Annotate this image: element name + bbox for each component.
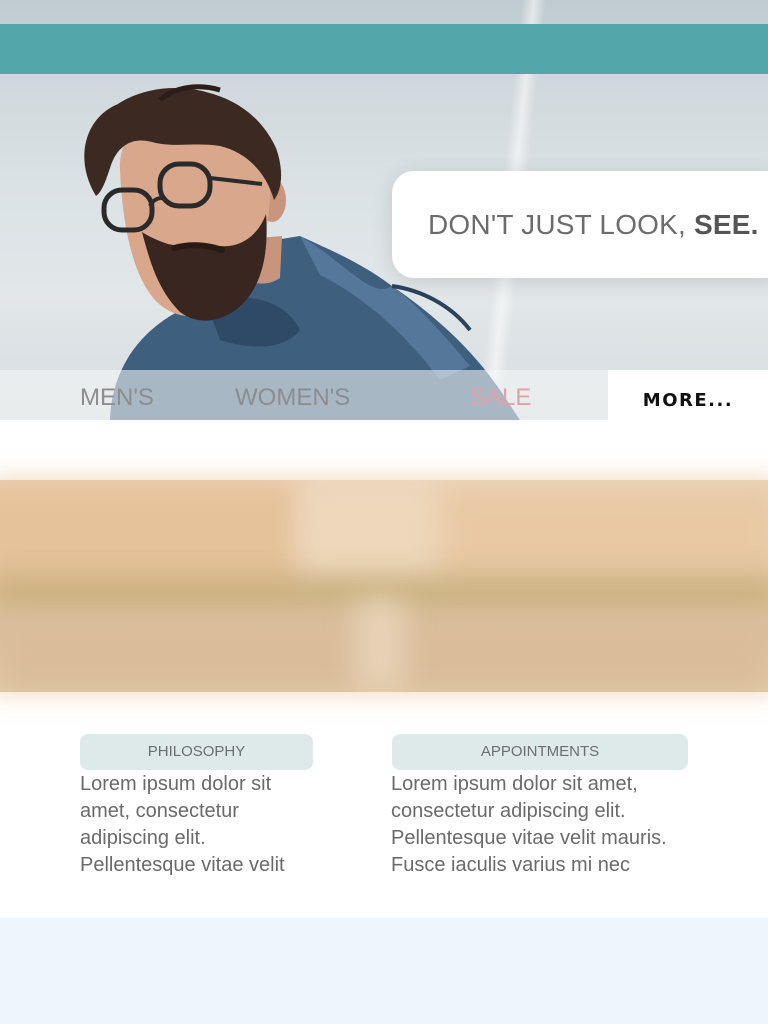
top-accent-bar: [0, 24, 768, 74]
blurred-street-image: [0, 480, 768, 692]
tagline-emphasis-text: SEE.: [694, 208, 759, 240]
nav-item-womens[interactable]: WOMEN'S: [235, 378, 350, 418]
philosophy-text: Lorem ipsum dolor sit amet, consectetur …: [80, 773, 285, 876]
tab-philosophy[interactable]: PHILOSOPHY: [80, 734, 313, 770]
tagline-main-text: DON'T JUST LOOK,: [428, 208, 687, 240]
nav-item-sale[interactable]: SALE: [470, 378, 531, 418]
hero-tagline: DON'T JUST LOOK, SEE.: [392, 171, 768, 278]
nav-item-mens[interactable]: MEN'S: [80, 378, 154, 418]
tab-appointments[interactable]: APPOINTMENTS: [392, 734, 688, 770]
appointments-text: Lorem ipsum dolor sit amet, consectetur …: [391, 773, 667, 876]
